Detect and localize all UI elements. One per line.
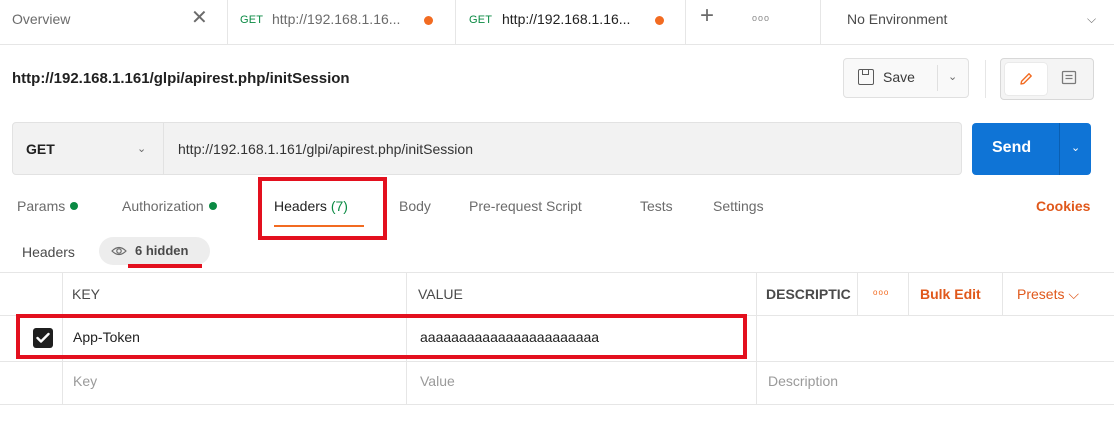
plus-icon[interactable]: + <box>700 4 714 28</box>
annotation-box-headers-tab <box>258 177 387 240</box>
request-title[interactable]: http://192.168.1.161/glpi/apirest.php/in… <box>12 70 350 87</box>
tab-tests[interactable]: Tests <box>640 198 673 214</box>
divider <box>0 44 1114 45</box>
save-icon <box>858 69 874 85</box>
comment-icon <box>1061 70 1077 85</box>
table-column-divider <box>857 272 858 315</box>
tab-url: http://192.168.1.16... <box>272 11 401 27</box>
value-input[interactable]: Value <box>420 373 455 389</box>
send-button[interactable]: Send ⌄ <box>972 123 1091 175</box>
annotation-underline-hidden <box>128 264 202 268</box>
table-column-divider <box>1002 272 1003 315</box>
tab-body[interactable]: Body <box>399 198 431 214</box>
more-tabs-icon[interactable]: ooo <box>752 13 770 23</box>
description-input[interactable]: Description <box>768 373 838 389</box>
chevron-down-icon[interactable]: ⌄ <box>1071 141 1080 154</box>
table-column-divider <box>908 272 909 315</box>
view-mode-toggle <box>1000 58 1094 100</box>
unsaved-dot-icon <box>424 16 433 25</box>
tab-request-2-active[interactable]: GET http://192.168.1.16... <box>456 0 686 44</box>
table-border <box>0 272 1114 273</box>
column-header-description: DESCRIPTIC <box>766 286 851 302</box>
key-input[interactable]: Key <box>73 373 97 389</box>
environment-selector[interactable]: No Environment ⌵ <box>820 0 1114 44</box>
save-label: Save <box>883 69 915 85</box>
tab-overview-label: Overview <box>12 11 71 27</box>
column-header-key: KEY <box>72 286 101 302</box>
tab-request-1[interactable]: GET http://192.168.1.16... <box>228 0 456 44</box>
divider <box>1059 123 1060 175</box>
tab-url: http://192.168.1.16... <box>502 11 631 27</box>
tab-authorization[interactable]: Authorization <box>122 198 217 214</box>
tab-bar: Overview ✕ GET http://192.168.1.16... GE… <box>0 0 1114 44</box>
method-label: GET <box>26 141 55 157</box>
presets-dropdown[interactable]: Presets ⌵ <box>1017 286 1079 303</box>
table-column-divider <box>756 272 757 404</box>
column-header-value: VALUE <box>418 286 463 302</box>
tab-method-get: GET <box>240 14 264 26</box>
url-input-value: http://192.168.1.161/glpi/apirest.php/in… <box>178 141 473 157</box>
url-input[interactable]: http://192.168.1.161/glpi/apirest.php/in… <box>164 122 962 175</box>
tab-method-get: GET <box>469 14 493 26</box>
status-dot-icon <box>208 202 217 210</box>
tab-settings[interactable]: Settings <box>713 198 764 214</box>
headers-section-label: Headers <box>22 244 75 260</box>
pencil-icon <box>1020 73 1032 85</box>
bulk-edit-button[interactable]: Bulk Edit <box>920 286 981 302</box>
table-border <box>0 361 1114 362</box>
chevron-down-icon: ⌵ <box>1087 12 1097 26</box>
annotation-box-app-token-row <box>16 314 747 359</box>
tab-overview[interactable]: Overview ✕ <box>0 0 228 44</box>
more-options-icon[interactable]: ooo <box>873 288 889 297</box>
tab-params[interactable]: Params <box>17 198 79 214</box>
tab-pre-request-script[interactable]: Pre-request Script <box>469 198 582 214</box>
unsaved-dot-icon <box>655 16 664 25</box>
cookies-link[interactable]: Cookies <box>1036 198 1090 214</box>
send-label: Send <box>992 139 1032 156</box>
tab-authorization-label: Authorization <box>122 198 204 214</box>
hidden-headers-count: 6 hidden <box>135 243 189 258</box>
eye-icon <box>111 246 127 256</box>
divider <box>985 60 986 98</box>
table-border <box>0 404 1114 405</box>
status-dot-icon <box>70 202 79 210</box>
hidden-headers-toggle[interactable]: 6 hidden <box>99 237 210 265</box>
chevron-down-icon: ⌄ <box>137 143 147 155</box>
method-select[interactable]: GET ⌄ <box>12 122 164 175</box>
chevron-down-icon[interactable]: ⌄ <box>948 70 957 83</box>
close-icon[interactable]: ✕ <box>191 8 208 28</box>
divider <box>937 65 938 91</box>
environment-label: No Environment <box>847 11 948 27</box>
save-button[interactable]: Save ⌄ <box>843 58 969 98</box>
edit-mode-button[interactable] <box>1005 63 1047 95</box>
tab-params-label: Params <box>17 198 66 214</box>
